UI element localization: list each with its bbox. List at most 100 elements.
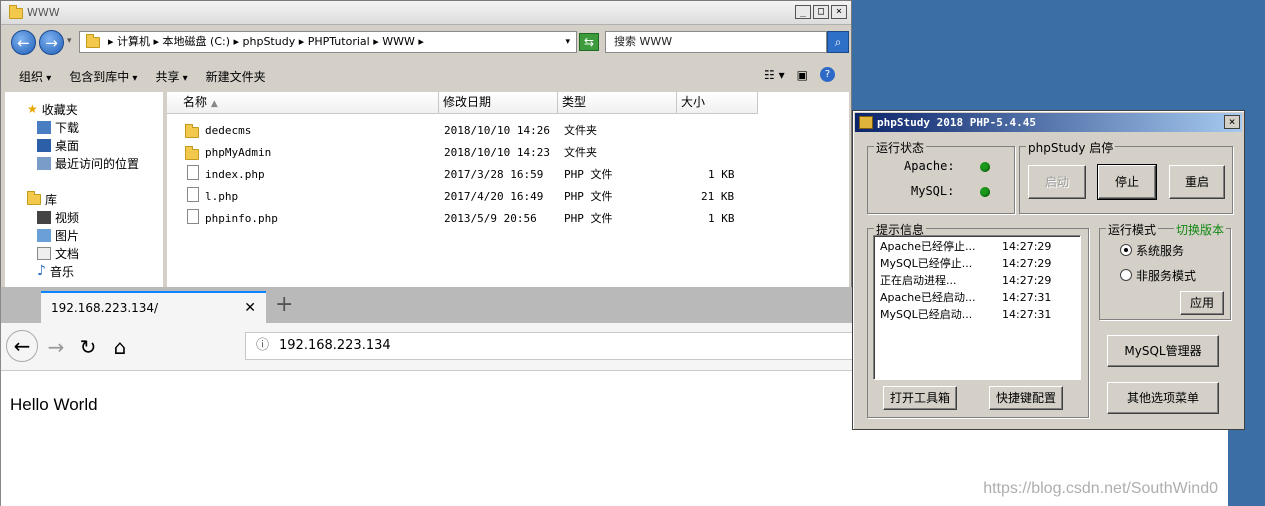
star-icon: ★ <box>27 102 38 116</box>
url-bar[interactable]: ⓘ 192.168.223.134 <box>245 332 854 360</box>
view-options-icon[interactable]: ☷ ▾ <box>764 68 785 82</box>
start-button[interactable]: 启动 <box>1028 165 1086 199</box>
documents-icon <box>37 246 51 260</box>
table-row[interactable]: index.php 2017/3/28 16:59 PHP 文件 1 KB <box>183 165 783 185</box>
back-icon[interactable]: ← <box>6 330 38 362</box>
folder-icon <box>86 34 100 48</box>
maximize-button[interactable]: □ <box>813 5 829 19</box>
table-row[interactable]: phpinfo.php 2013/5/9 20:56 PHP 文件 1 KB <box>183 209 783 229</box>
folder-icon <box>9 5 23 19</box>
restart-button[interactable]: 重启 <box>1169 165 1225 199</box>
new-tab-icon[interactable]: + <box>275 291 293 319</box>
pictures-icon <box>37 228 51 242</box>
close-button[interactable]: × <box>831 5 847 19</box>
non-service-label: 非服务模式 <box>1136 269 1197 283</box>
explorer-titlebar: WWW _ □ × <box>1 1 851 25</box>
other-options-button[interactable]: 其他选项菜单 <box>1107 382 1219 414</box>
help-icon[interactable]: ? <box>820 67 835 82</box>
site-info-icon[interactable]: ⓘ <box>256 333 269 359</box>
nav-desktop[interactable]: 桌面 <box>37 136 79 154</box>
nav-documents[interactable]: 文档 <box>37 244 79 262</box>
phpstudy-titlebar: phpStudy 2018 PHP-5.4.45 × <box>855 113 1242 132</box>
back-arrow-icon[interactable]: ← <box>11 30 36 55</box>
recent-places-icon <box>37 156 51 170</box>
system-service-label: 系统服务 <box>1136 244 1185 258</box>
system-service-radio[interactable] <box>1120 244 1132 256</box>
forward-arrow-icon[interactable]: → <box>39 30 64 55</box>
table-row[interactable]: l.php 2017/4/20 16:49 PHP 文件 21 KB <box>183 187 783 207</box>
new-folder-button[interactable]: 新建文件夹 <box>206 68 266 85</box>
phpstudy-title: phpStudy 2018 PHP-5.4.45 <box>877 116 1036 129</box>
table-row[interactable]: dedecms 2018/10/10 14:26 文件夹 <box>183 121 783 141</box>
column-size[interactable]: 大小 <box>677 92 758 114</box>
include-in-library-menu[interactable]: 包含到库中 <box>69 68 137 85</box>
table-row[interactable]: phpMyAdmin 2018/10/10 14:23 文件夹 <box>183 143 783 163</box>
nav-pictures[interactable]: 图片 <box>37 226 79 244</box>
refresh-icon[interactable]: ⇆ <box>579 33 599 51</box>
mysql-label: MySQL: <box>911 184 955 198</box>
php-file-icon <box>187 165 199 180</box>
column-type[interactable]: 类型 <box>558 92 677 114</box>
search-icon[interactable]: ⌕ <box>827 31 849 53</box>
control-group-label: phpStudy 启停 <box>1026 139 1116 156</box>
nav-libraries[interactable]: 库 <box>27 190 57 208</box>
history-dropdown-icon[interactable]: ▾ <box>67 36 72 46</box>
status-group: 运行状态 Apache: MySQL: <box>867 139 1015 214</box>
phpstudy-window: phpStudy 2018 PHP-5.4.45 × 运行状态 Apache: … <box>852 110 1245 430</box>
explorer-title: WWW <box>27 6 60 19</box>
address-bar[interactable]: ▸ 计算机 ▸ 本地磁盘 (C:) ▸ phpStudy ▸ PHPTutori… <box>79 31 577 53</box>
stop-button[interactable]: 停止 <box>1097 164 1157 200</box>
mysql-status-indicator <box>980 187 990 197</box>
control-group: phpStudy 启停 启动 停止 重启 <box>1019 139 1233 214</box>
watermark: https://blog.csdn.net/SouthWind0 <box>983 480 1218 497</box>
tab-title: 192.168.223.134/ <box>51 301 159 315</box>
log-row: 正在启动进程... 14:27:29 <box>880 274 1052 287</box>
phpstudy-logo-icon <box>859 116 873 129</box>
home-icon[interactable]: ⌂ <box>105 334 135 360</box>
log-row: Apache已经启动... 14:27:31 <box>880 291 1052 304</box>
column-modified[interactable]: 修改日期 <box>439 92 558 114</box>
nav-music[interactable]: ♪ 音乐 <box>37 262 74 280</box>
quick-config-button[interactable]: 快捷键配置 <box>989 386 1063 410</box>
folder-icon <box>185 124 199 138</box>
url-text: 192.168.223.134 <box>279 338 391 353</box>
forward-icon[interactable]: → <box>41 334 71 360</box>
explorer-window: WWW _ □ × ← → ▾ ▸ 计算机 ▸ 本地磁盘 (C:) ▸ phpS… <box>0 0 852 290</box>
mysql-manager-button[interactable]: MySQL管理器 <box>1107 335 1219 367</box>
preview-pane-icon[interactable]: ▣ <box>797 68 808 82</box>
mode-group: 运行模式 切换版本 系统服务 非服务模式 应用 <box>1099 221 1231 320</box>
log-list: Apache已经停止... 14:27:29 MySQL已经停止... 14:27:… <box>873 235 1081 380</box>
desktop-icon <box>37 138 51 152</box>
reload-icon[interactable]: ↻ <box>73 334 103 360</box>
folder-icon <box>185 146 199 160</box>
apply-button[interactable]: 应用 <box>1180 291 1224 315</box>
nav-recent[interactable]: 最近访问的位置 <box>37 154 139 172</box>
log-row: MySQL已经启动... 14:27:31 <box>880 308 1052 321</box>
apache-status-indicator <box>980 162 990 172</box>
navigation-toolbar: ← → ↻ ⌂ ⓘ 192.168.223.134 <box>1 323 854 371</box>
php-file-icon <box>187 187 199 202</box>
music-icon: ♪ <box>37 263 46 279</box>
organize-menu[interactable]: 组织 <box>19 68 51 85</box>
non-service-radio[interactable] <box>1120 269 1132 281</box>
close-button[interactable]: × <box>1224 115 1240 129</box>
downloads-icon <box>37 120 51 134</box>
command-bar: 组织 包含到库中 共享 新建文件夹 <box>1 62 851 90</box>
share-menu[interactable]: 共享 <box>155 68 187 85</box>
address-dropdown-icon[interactable]: ▾ <box>565 32 570 52</box>
status-group-label: 运行状态 <box>874 139 927 156</box>
search-input[interactable]: 搜索 WWW <box>605 31 827 53</box>
nav-videos[interactable]: 视频 <box>37 208 79 226</box>
switch-version-link[interactable]: 切换版本 <box>1174 221 1227 238</box>
navigation-pane: ★ 收藏夹 下载 桌面 最近访问的位置 库 视频 图片 文档 ♪ 音乐 <box>5 92 163 288</box>
column-name[interactable]: 名称 ▲ <box>167 92 439 114</box>
close-tab-icon[interactable]: ✕ <box>244 293 256 323</box>
page-body-text: Hello World <box>10 395 98 414</box>
library-icon <box>27 190 41 205</box>
open-toolbox-button[interactable]: 打开工具箱 <box>883 386 957 410</box>
browser-tab[interactable]: 192.168.223.134/ ✕ <box>41 291 266 323</box>
nav-favorites[interactable]: ★ 收藏夹 <box>27 100 78 118</box>
nav-downloads[interactable]: 下载 <box>37 118 79 136</box>
minimize-button[interactable]: _ <box>795 5 811 19</box>
video-icon <box>37 210 51 224</box>
